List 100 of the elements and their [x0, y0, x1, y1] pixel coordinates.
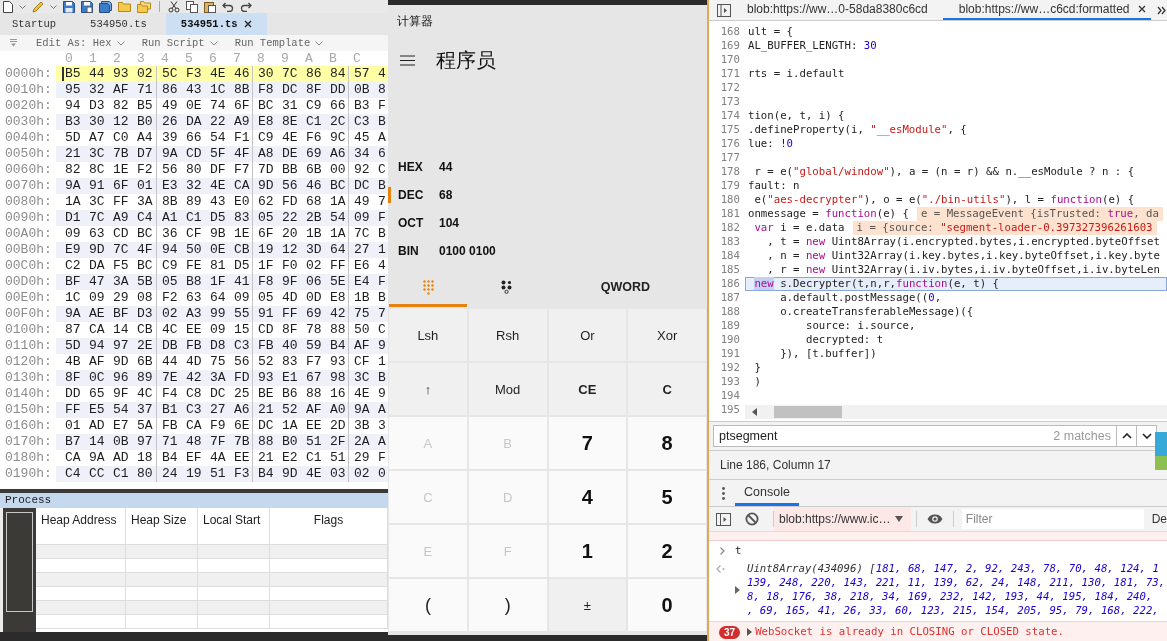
hex-byte: F3: [234, 466, 250, 482]
source-tab[interactable]: blob:https://ww…c6cd:formatted: [942, 0, 1151, 20]
column-header[interactable]: Local Start: [203, 513, 261, 527]
save-icon[interactable]: [63, 0, 75, 13]
column-header[interactable]: Heap Address: [41, 513, 117, 527]
hex-byte: A0: [330, 402, 346, 418]
word-size-tab[interactable]: QWORD: [545, 270, 706, 307]
line-number: 183: [720, 235, 740, 249]
radix-option[interactable]: DEC 68: [388, 187, 456, 203]
line-number: 186: [720, 277, 740, 291]
symbol-key[interactable]: ): [468, 579, 547, 631]
redo-icon[interactable]: [240, 1, 252, 12]
horizontal-scrollbar[interactable]: [745, 405, 1167, 419]
expand-triangle-icon[interactable]: [735, 586, 740, 594]
hex-byte: 43: [186, 82, 202, 98]
caret-icon[interactable]: [50, 4, 57, 9]
function-key[interactable]: ±: [548, 579, 627, 631]
close-icon[interactable]: [243, 20, 252, 28]
dropdown-button[interactable]: Run Script: [141, 36, 218, 50]
filter-field[interactable]: Filter: [961, 509, 1144, 529]
new-file-icon[interactable]: [3, 0, 13, 13]
digit-key[interactable]: 7: [548, 417, 627, 469]
kebab-menu-icon[interactable]: [722, 486, 725, 500]
column-header[interactable]: Heap Size: [131, 513, 187, 527]
radix-option[interactable]: OCT 104: [388, 215, 463, 231]
function-key[interactable]: Lsh: [389, 309, 467, 361]
hex-byte: 0D: [306, 290, 322, 306]
hex-byte: DC: [354, 178, 370, 194]
radix-option[interactable]: HEX 44: [388, 159, 456, 175]
double-chevron-icon[interactable]: [1156, 5, 1166, 15]
no-entry-icon[interactable]: [745, 512, 759, 526]
hex-byte: 52: [258, 354, 274, 370]
hex-byte: AD: [89, 418, 105, 434]
hex-byte: CD: [186, 146, 202, 162]
column-header[interactable]: Flags: [313, 513, 344, 527]
hex-byte: DD: [330, 82, 346, 98]
menu-icon[interactable]: [400, 54, 415, 66]
expand-triangle-icon[interactable]: [747, 628, 753, 636]
offset-label: 0090h:: [5, 210, 52, 226]
function-key[interactable]: Mod: [468, 363, 547, 415]
scroll-left-icon[interactable]: [752, 408, 757, 416]
hex-byte: 9D: [113, 354, 129, 370]
dropdown-button[interactable]: Run Template: [234, 36, 324, 50]
digit-key[interactable]: 2: [628, 525, 706, 577]
clear-key[interactable]: C: [628, 363, 706, 415]
file-tab[interactable]: 534951.ts: [165, 13, 267, 35]
hex-byte: FB: [162, 418, 178, 434]
hex-byte: 4C: [162, 322, 178, 338]
scrollbar-thumb[interactable]: [774, 406, 842, 418]
sidebar-toggle-icon[interactable]: [717, 3, 731, 17]
next-match-button[interactable]: [1137, 425, 1157, 447]
digit-key[interactable]: 5: [628, 471, 706, 523]
clear-key[interactable]: CE: [548, 363, 627, 415]
radix-option[interactable]: BIN 0100 0100: [388, 243, 499, 259]
hex-byte: 26: [162, 114, 178, 130]
source-tab[interactable]: blob:https://ww…0-58da8380c6cd: [731, 0, 943, 20]
previous-match-button[interactable]: [1117, 425, 1137, 447]
symbol-key[interactable]: (: [389, 579, 467, 631]
scissors-icon[interactable]: [168, 0, 180, 13]
folders-icon[interactable]: [137, 0, 151, 13]
hex-byte: 5A: [137, 418, 153, 434]
digit-key[interactable]: 4: [548, 471, 627, 523]
function-key[interactable]: ↑: [389, 363, 467, 415]
function-key[interactable]: Or: [548, 309, 627, 361]
hex-byte: 22: [210, 114, 226, 130]
offset-label: 0140h:: [5, 386, 52, 402]
hex-byte: 63: [186, 290, 202, 306]
collapse-icon[interactable]: [10, 39, 17, 47]
paste-icon[interactable]: [204, 0, 216, 13]
sidebar-toggle-icon[interactable]: [716, 512, 731, 526]
digit-key[interactable]: 1: [548, 525, 627, 577]
digit-key[interactable]: 0: [628, 579, 706, 631]
hex-byte: FD: [234, 370, 250, 386]
context-selector[interactable]: blob:https://www.ic…: [774, 507, 911, 531]
hex-byte: 15: [234, 322, 250, 338]
code-line: a.default.postMessage((0,: [780, 291, 942, 305]
undo-icon[interactable]: [222, 1, 234, 12]
save-all-icon[interactable]: [99, 0, 112, 13]
hex-byte: EE: [186, 322, 202, 338]
column-header: 2: [112, 51, 122, 66]
file-tab[interactable]: 534950.ts: [75, 13, 162, 35]
digit-key[interactable]: 8: [628, 417, 706, 469]
pencil-icon[interactable]: [32, 0, 44, 13]
file-tab[interactable]: Startup: [0, 13, 72, 35]
copy-icon[interactable]: [186, 0, 198, 13]
levels-dropdown[interactable]: De: [1151, 512, 1167, 526]
save-as-icon[interactable]: [81, 0, 93, 13]
hex-byte: B5: [65, 66, 81, 82]
function-key[interactable]: Xor: [628, 309, 706, 361]
search-field[interactable]: ptsegment 2 matches: [713, 425, 1117, 447]
hex-byte: 89: [186, 194, 202, 210]
dropdown-button[interactable]: Edit As: Hex: [36, 36, 125, 50]
hex-byte: B3: [65, 114, 81, 130]
caret-icon[interactable]: [19, 4, 26, 9]
hex-byte: 51: [330, 450, 346, 466]
hex-byte: 7B: [113, 146, 129, 162]
eye-icon[interactable]: [926, 514, 943, 524]
function-key[interactable]: Rsh: [468, 309, 547, 361]
command-text: t: [735, 543, 742, 558]
close-icon[interactable]: [1137, 5, 1146, 13]
